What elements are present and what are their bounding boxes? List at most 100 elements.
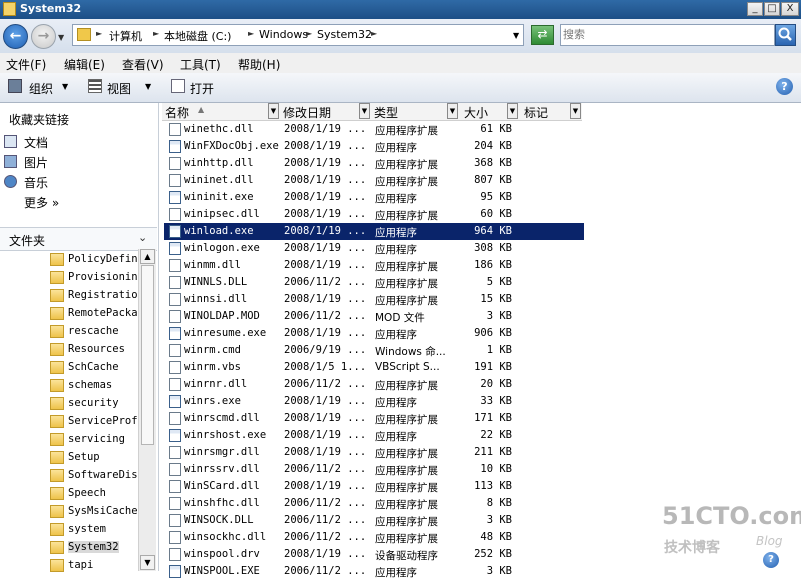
folder-tree-item[interactable]: System32 [50,539,138,557]
open-button[interactable]: 打开 [190,80,214,97]
column-name-filter[interactable]: ▼ [268,103,279,119]
menu-help[interactable]: 帮助(H) [238,56,280,73]
column-tags[interactable]: 标记 [524,104,548,121]
history-dropdown-icon[interactable]: ▼ [58,33,64,42]
file-row[interactable]: WINOLDAP.MOD 2006/11/2 ... MOD 文件 3 KB [164,308,584,325]
address-bar[interactable]: ► 计算机 ► 本地磁盘 (C:) ► Windows ► System32 ►… [72,24,524,46]
file-row[interactable]: winlogon.exe 2008/1/19 ... 应用程序 308 KB [164,240,584,257]
column-date[interactable]: 修改日期 [283,104,331,121]
file-row[interactable]: winrm.cmd 2006/9/19 ... Windows 命... 1 KB [164,342,584,359]
menu-view[interactable]: 查看(V) [122,56,164,73]
column-size-filter[interactable]: ▼ [507,103,518,119]
minimize-button[interactable]: _ [747,2,763,16]
scroll-thumb[interactable] [141,265,154,445]
file-row[interactable]: winload.exe 2008/1/19 ... 应用程序 964 KB [164,223,584,240]
column-size[interactable]: 大小 [464,104,488,121]
breadcrumb-system32[interactable]: System32 [317,28,372,41]
chevron-right-icon[interactable]: ► [248,29,254,38]
column-date-filter[interactable]: ▼ [359,103,370,119]
organize-button[interactable]: 组织 [29,80,53,97]
file-row[interactable]: winnsi.dll 2008/1/19 ... 应用程序扩展 15 KB [164,291,584,308]
chevron-down-icon[interactable]: ▼ [145,82,151,91]
close-button[interactable]: X [781,2,799,16]
folder-tree-item[interactable]: Registration [50,287,138,305]
column-type[interactable]: 类型 [374,104,398,121]
folder-tree-item[interactable]: Setup [50,449,138,467]
breadcrumb-computer[interactable]: 计算机 [109,28,142,44]
folder-tree-item[interactable]: Speech [50,485,138,503]
folder-tree-item[interactable]: schemas [50,377,138,395]
chevron-right-icon[interactable]: ► [371,29,377,38]
file-row[interactable]: winrshost.exe 2008/1/19 ... 应用程序 22 KB [164,427,584,444]
folder-tree-item[interactable]: Resources [50,341,138,359]
favorite-pictures[interactable]: 图片 [24,154,48,171]
chevron-right-icon[interactable]: ► [96,29,102,38]
file-row[interactable]: winmm.dll 2008/1/19 ... 应用程序扩展 186 KB [164,257,584,274]
file-row[interactable]: winhttp.dll 2008/1/19 ... 应用程序扩展 368 KB [164,155,584,172]
menu-tools[interactable]: 工具(T) [180,56,221,73]
file-row[interactable]: winrnr.dll 2006/11/2 ... 应用程序扩展 20 KB [164,376,584,393]
chevron-right-icon[interactable]: ► [153,29,159,38]
file-row[interactable]: winrsmgr.dll 2008/1/19 ... 应用程序扩展 211 KB [164,444,584,461]
favorite-documents[interactable]: 文档 [24,134,48,151]
file-row[interactable]: winrscmd.dll 2008/1/19 ... 应用程序扩展 171 KB [164,410,584,427]
folder-tree-item[interactable]: RemotePackages [50,305,138,323]
folder-tree-label: servicing [68,433,125,445]
file-row[interactable]: winsockhc.dll 2006/11/2 ... 应用程序扩展 48 KB [164,529,584,546]
file-row[interactable]: WinFXDocObj.exe 2008/1/19 ... 应用程序 204 KB [164,138,584,155]
file-row[interactable]: winshfhc.dll 2006/11/2 ... 应用程序扩展 8 KB [164,495,584,512]
help-icon[interactable]: ? [763,552,779,568]
folder-tree-item[interactable]: PolicyDefinitions [50,251,138,269]
file-row[interactable]: winspool.drv 2008/1/19 ... 设备驱动程序 252 KB [164,546,584,563]
file-row[interactable]: WINSPOOL.EXE 2006/11/2 ... 应用程序 3 KB [164,563,584,580]
file-row[interactable]: winrs.exe 2008/1/19 ... 应用程序 33 KB [164,393,584,410]
folder-tree-item[interactable]: rescache [50,323,138,341]
title-bar[interactable]: System32 _ □ X [0,0,801,19]
column-type-filter[interactable]: ▼ [447,103,458,119]
menu-edit[interactable]: 编辑(E) [64,56,105,73]
scroll-up-icon[interactable]: ▲ [140,249,155,264]
chevron-down-icon[interactable]: ▼ [62,82,68,91]
address-dropdown-icon[interactable]: ▼ [513,31,519,40]
column-tags-filter[interactable]: ▼ [570,103,581,119]
favorites-more[interactable]: 更多 » [24,194,59,211]
folder-tree-item[interactable]: servicing [50,431,138,449]
scroll-down-icon[interactable]: ▼ [140,555,155,570]
file-row[interactable]: WINNLS.DLL 2006/11/2 ... 应用程序扩展 5 KB [164,274,584,291]
file-row[interactable]: winresume.exe 2008/1/19 ... 应用程序 906 KB [164,325,584,342]
folder-tree-item[interactable]: ServiceProfiles [50,413,138,431]
file-row[interactable]: WinSCard.dll 2008/1/19 ... 应用程序扩展 113 KB [164,478,584,495]
maximize-button[interactable]: □ [764,2,780,16]
favorite-music[interactable]: 音乐 [24,174,48,191]
folder-tree-item[interactable]: SysMsiCache [50,503,138,521]
folder-tree-item[interactable]: Provisioning [50,269,138,287]
chevron-down-icon[interactable]: ⌄ [138,231,147,244]
views-button[interactable]: 视图 [107,80,131,97]
breadcrumb-windows[interactable]: Windows [259,28,308,41]
search-icon[interactable] [775,24,796,46]
folder-tree-item[interactable]: SoftwareDistribution [50,467,138,485]
folder-tree-scrollbar[interactable]: ▲ ▼ [138,249,156,571]
menu-file[interactable]: 文件(F) [6,56,46,73]
file-row[interactable]: winethc.dll 2008/1/19 ... 应用程序扩展 61 KB [164,121,584,138]
folders-header[interactable]: 文件夹 ⌄ [0,227,157,251]
file-row[interactable]: WINSOCK.DLL 2006/11/2 ... 应用程序扩展 3 KB [164,512,584,529]
folder-tree-item[interactable]: security [50,395,138,413]
folder-tree-item[interactable]: SchCache [50,359,138,377]
file-row[interactable]: wininit.exe 2008/1/19 ... 应用程序 95 KB [164,189,584,206]
breadcrumb-local-disk[interactable]: 本地磁盘 (C:) [164,28,231,44]
back-button[interactable]: ← [3,24,28,49]
chevron-right-icon[interactable]: ► [306,29,312,38]
forward-button[interactable]: → [31,24,56,49]
folder-tree-item[interactable]: tapi [50,557,138,575]
file-row[interactable]: winrm.vbs 2008/1/5 1... VBScript S... 191 K… [164,359,584,376]
file-type: 应用程序扩展 [375,414,438,426]
search-input[interactable]: 搜索 [560,24,775,46]
file-row[interactable]: winrssrv.dll 2006/11/2 ... 应用程序扩展 10 KB [164,461,584,478]
column-name[interactable]: 名称 [165,104,189,121]
refresh-button[interactable]: ⇄ [531,25,554,45]
folder-tree-item[interactable]: system [50,521,138,539]
help-icon[interactable]: ? [776,78,793,95]
file-row[interactable]: wininet.dll 2008/1/19 ... 应用程序扩展 807 KB [164,172,584,189]
file-row[interactable]: winipsec.dll 2008/1/19 ... 应用程序扩展 60 KB [164,206,584,223]
